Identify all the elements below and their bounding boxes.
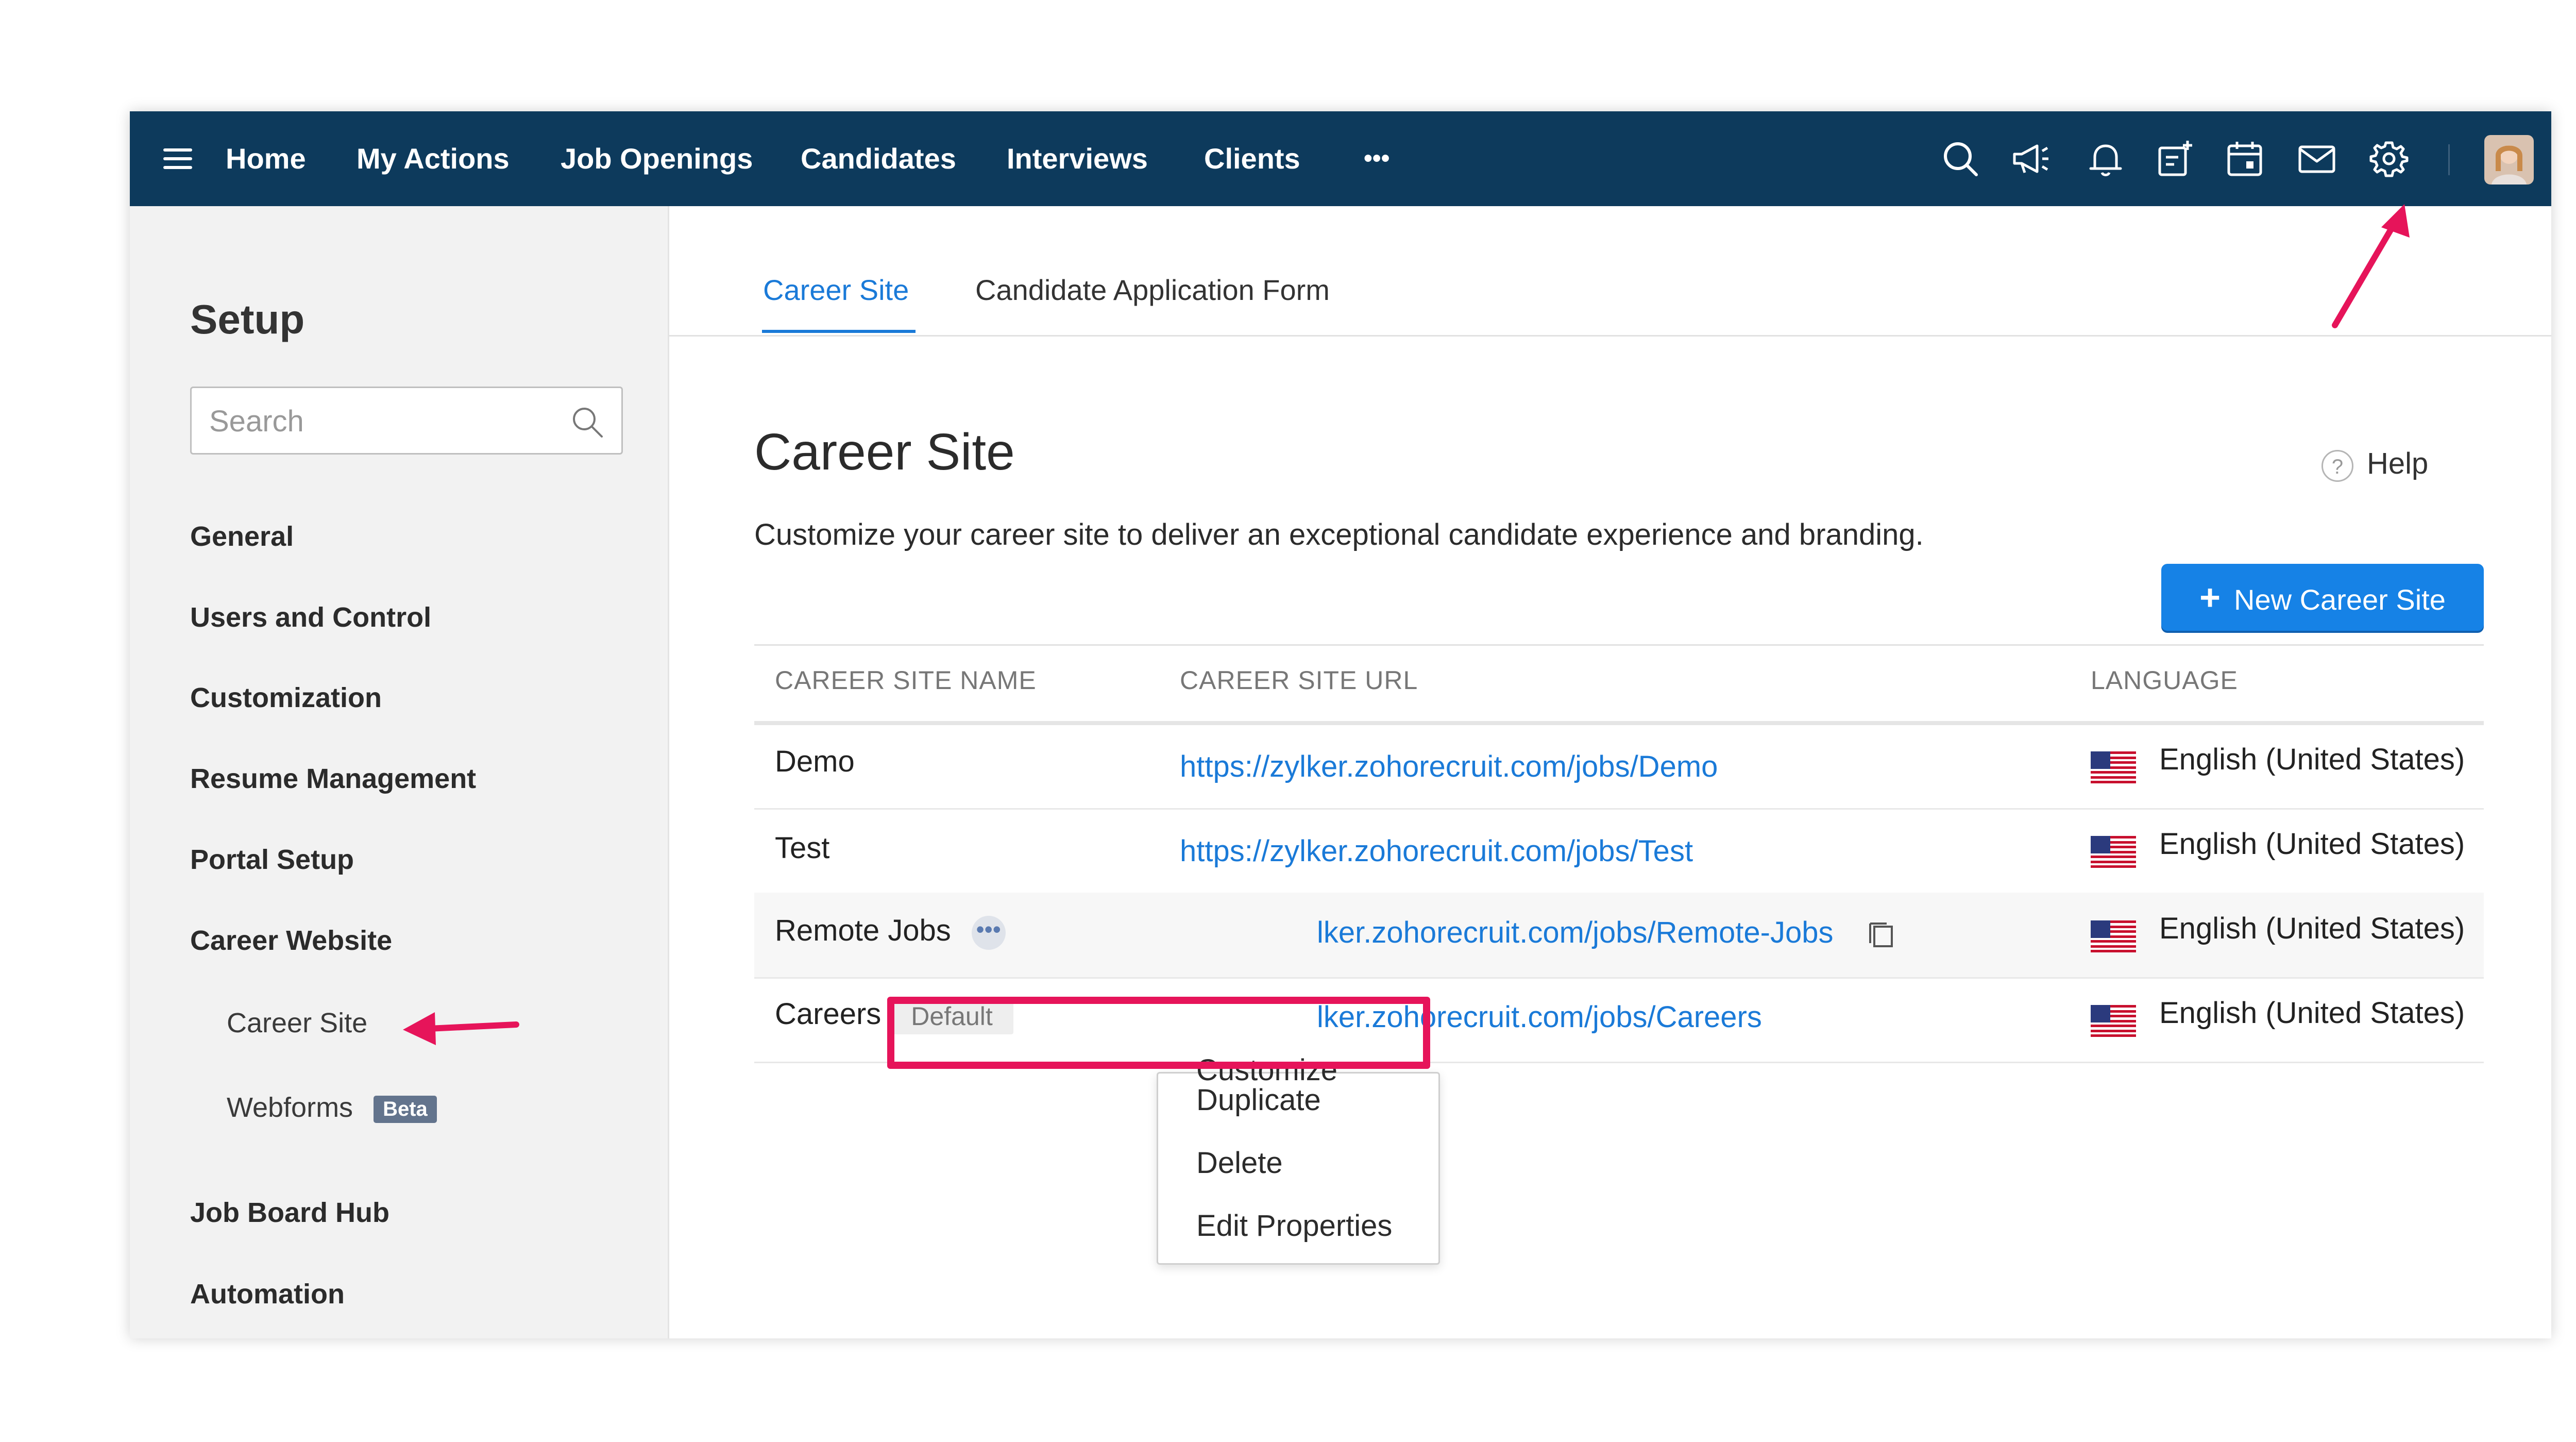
nav-clients[interactable]: Clients (1204, 111, 1300, 206)
menu-item-duplicate[interactable]: Duplicate (1196, 1083, 1321, 1117)
career-site-language: English (United States) (2159, 827, 2465, 861)
career-site-url-link[interactable]: https://zylker.zohorecruit.com/jobs/Test (1180, 834, 1693, 868)
setup-sidebar: Setup General Users and Control Customiz… (130, 206, 669, 1338)
add-task-icon[interactable] (2151, 136, 2198, 182)
highlight-box (887, 997, 1430, 1069)
sidebar-item-resume-management[interactable]: Resume Management (190, 763, 476, 795)
table-row[interactable]: Remote Jobs ••• lker.zohorecruit.com/jobs… (754, 893, 2484, 979)
nav-interviews[interactable]: Interviews (1007, 111, 1148, 206)
us-flag-icon (2091, 1005, 2136, 1037)
active-tab-indicator (762, 330, 916, 333)
help-label: Help (2367, 447, 2429, 480)
nav-job-openings[interactable]: Job Openings (561, 111, 753, 206)
career-site-language: English (United States) (2159, 996, 2465, 1030)
tab-candidate-application-form[interactable]: Candidate Application Form (975, 273, 1330, 307)
page-description: Customize your career site to deliver an… (754, 518, 1924, 551)
search-icon[interactable] (1937, 136, 1984, 182)
avatar[interactable] (2484, 135, 2534, 185)
nav-home[interactable]: Home (226, 111, 306, 206)
new-career-site-button[interactable]: + New Career Site (2161, 564, 2484, 631)
sidebar-subitem-career-site[interactable]: Career Site (227, 1007, 367, 1039)
plus-icon: + (2199, 577, 2221, 617)
sidebar-item-general[interactable]: General (190, 521, 294, 552)
sidebar-item-career-website[interactable]: Career Website (190, 925, 392, 957)
page-title: Career Site (754, 423, 1015, 481)
nav-divider (2448, 144, 2450, 175)
hamburger-icon[interactable] (155, 136, 201, 182)
tab-career-site[interactable]: Career Site (763, 273, 909, 307)
nav-my-actions[interactable]: My Actions (357, 111, 510, 206)
tab-bar: Career Site Candidate Application Form (669, 206, 2551, 337)
sidebar-item-users-and-control[interactable]: Users and Control (190, 601, 431, 633)
table-header-row: CAREER SITE NAME CAREER SITE URL LANGUAG… (754, 644, 2484, 725)
app-window: Home My Actions Job Openings Candidates … (130, 111, 2551, 1338)
sidebar-item-automation[interactable]: Automation (190, 1278, 345, 1310)
nav-candidates[interactable]: Candidates (801, 111, 956, 206)
help-link[interactable]: ? Help (2321, 446, 2428, 482)
row-actions-menu: Customize Duplicate Delete Edit Properti… (1157, 1053, 1440, 1265)
gear-icon[interactable] (2366, 136, 2412, 182)
sidebar-item-customization[interactable]: Customization (190, 682, 382, 714)
column-header-name[interactable]: CAREER SITE NAME (775, 665, 1037, 695)
beta-badge: Beta (374, 1096, 437, 1124)
annotation-arrow-career-site (403, 1012, 519, 1045)
column-header-url[interactable]: CAREER SITE URL (1180, 665, 1418, 695)
nav-more-button[interactable]: ••• (1364, 111, 1389, 206)
sidebar-title: Setup (190, 296, 305, 342)
career-site-url-link[interactable]: lker.zohorecruit.com/jobs/Remote-Jobs (1317, 915, 1834, 950)
sidebar-item-job-board-hub[interactable]: Job Board Hub (190, 1197, 389, 1229)
search-input[interactable] (209, 400, 560, 442)
top-navigation-bar: Home My Actions Job Openings Candidates … (130, 111, 2551, 206)
career-site-name: Demo (775, 745, 855, 778)
sidebar-subitem-webforms[interactable]: Webforms Beta (227, 1092, 437, 1124)
calendar-icon[interactable] (2222, 136, 2268, 182)
copy-icon[interactable] (1866, 919, 1897, 950)
us-flag-icon (2091, 836, 2136, 868)
search-icon[interactable] (568, 403, 607, 442)
sidebar-subitem-label: Webforms (227, 1092, 353, 1123)
sidebar-search-box[interactable] (190, 387, 623, 455)
table-row[interactable]: Demo https://zylker.zohorecruit.com/jobs… (754, 724, 2484, 810)
career-site-name: Remote Jobs (775, 914, 951, 947)
mail-icon[interactable] (2294, 136, 2340, 182)
megaphone-icon[interactable] (2007, 136, 2054, 182)
career-site-name: Test (775, 831, 830, 865)
table-row[interactable]: Test https://zylker.zohorecruit.com/jobs… (754, 808, 2484, 894)
career-site-url-link[interactable]: https://zylker.zohorecruit.com/jobs/Demo (1180, 749, 1718, 784)
us-flag-icon (2091, 751, 2136, 783)
career-site-name-cell: Remote Jobs ••• (775, 913, 1006, 950)
us-flag-icon (2091, 920, 2136, 952)
career-site-language: English (United States) (2159, 743, 2465, 776)
row-actions-button[interactable]: ••• (971, 915, 1006, 950)
bell-icon[interactable] (2082, 136, 2129, 182)
help-icon: ? (2321, 449, 2353, 482)
main-content: Career Site Candidate Application Form C… (669, 206, 2551, 1338)
annotation-arrow-gear (2332, 204, 2410, 328)
career-site-language: English (United States) (2159, 912, 2465, 945)
menu-item-edit-properties[interactable]: Edit Properties (1196, 1209, 1392, 1243)
sidebar-item-portal-setup[interactable]: Portal Setup (190, 844, 354, 876)
new-career-site-label: New Career Site (2234, 583, 2446, 616)
menu-item-delete[interactable]: Delete (1196, 1146, 1283, 1180)
column-header-language[interactable]: LANGUAGE (2091, 665, 2238, 695)
career-site-name: Careers (775, 997, 882, 1031)
